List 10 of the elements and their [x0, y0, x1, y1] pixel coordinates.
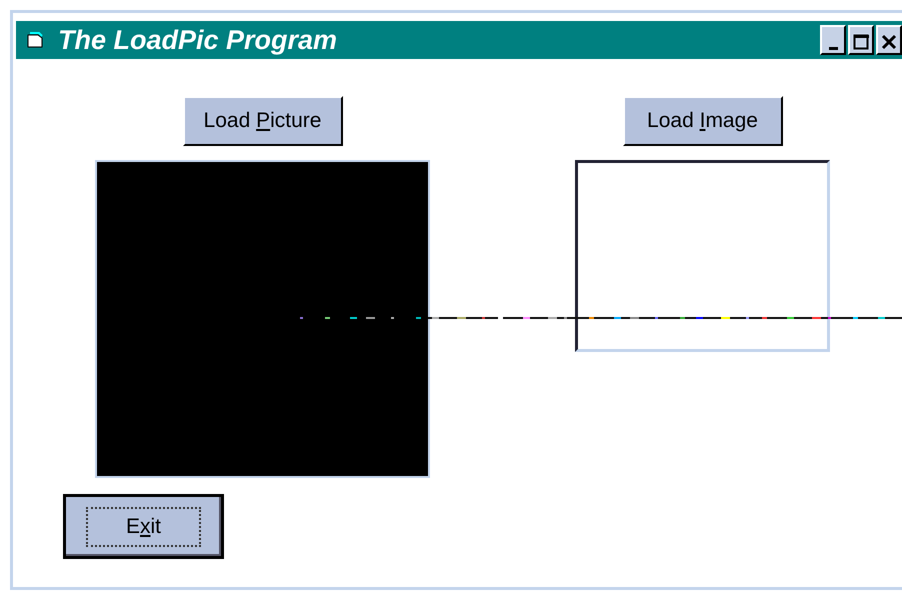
window-title: The LoadPic Program: [58, 24, 338, 56]
exit-button[interactable]: Exit: [63, 494, 224, 559]
load-picture-button[interactable]: Load Picture: [182, 96, 342, 146]
minimize-button[interactable]: [820, 25, 846, 55]
load-image-button[interactable]: Load Image: [622, 96, 782, 146]
maximize-button[interactable]: [848, 25, 874, 55]
maximize-icon: [853, 34, 869, 50]
minimize-icon: [828, 47, 838, 50]
close-icon: [881, 34, 897, 50]
close-button[interactable]: [876, 25, 902, 55]
